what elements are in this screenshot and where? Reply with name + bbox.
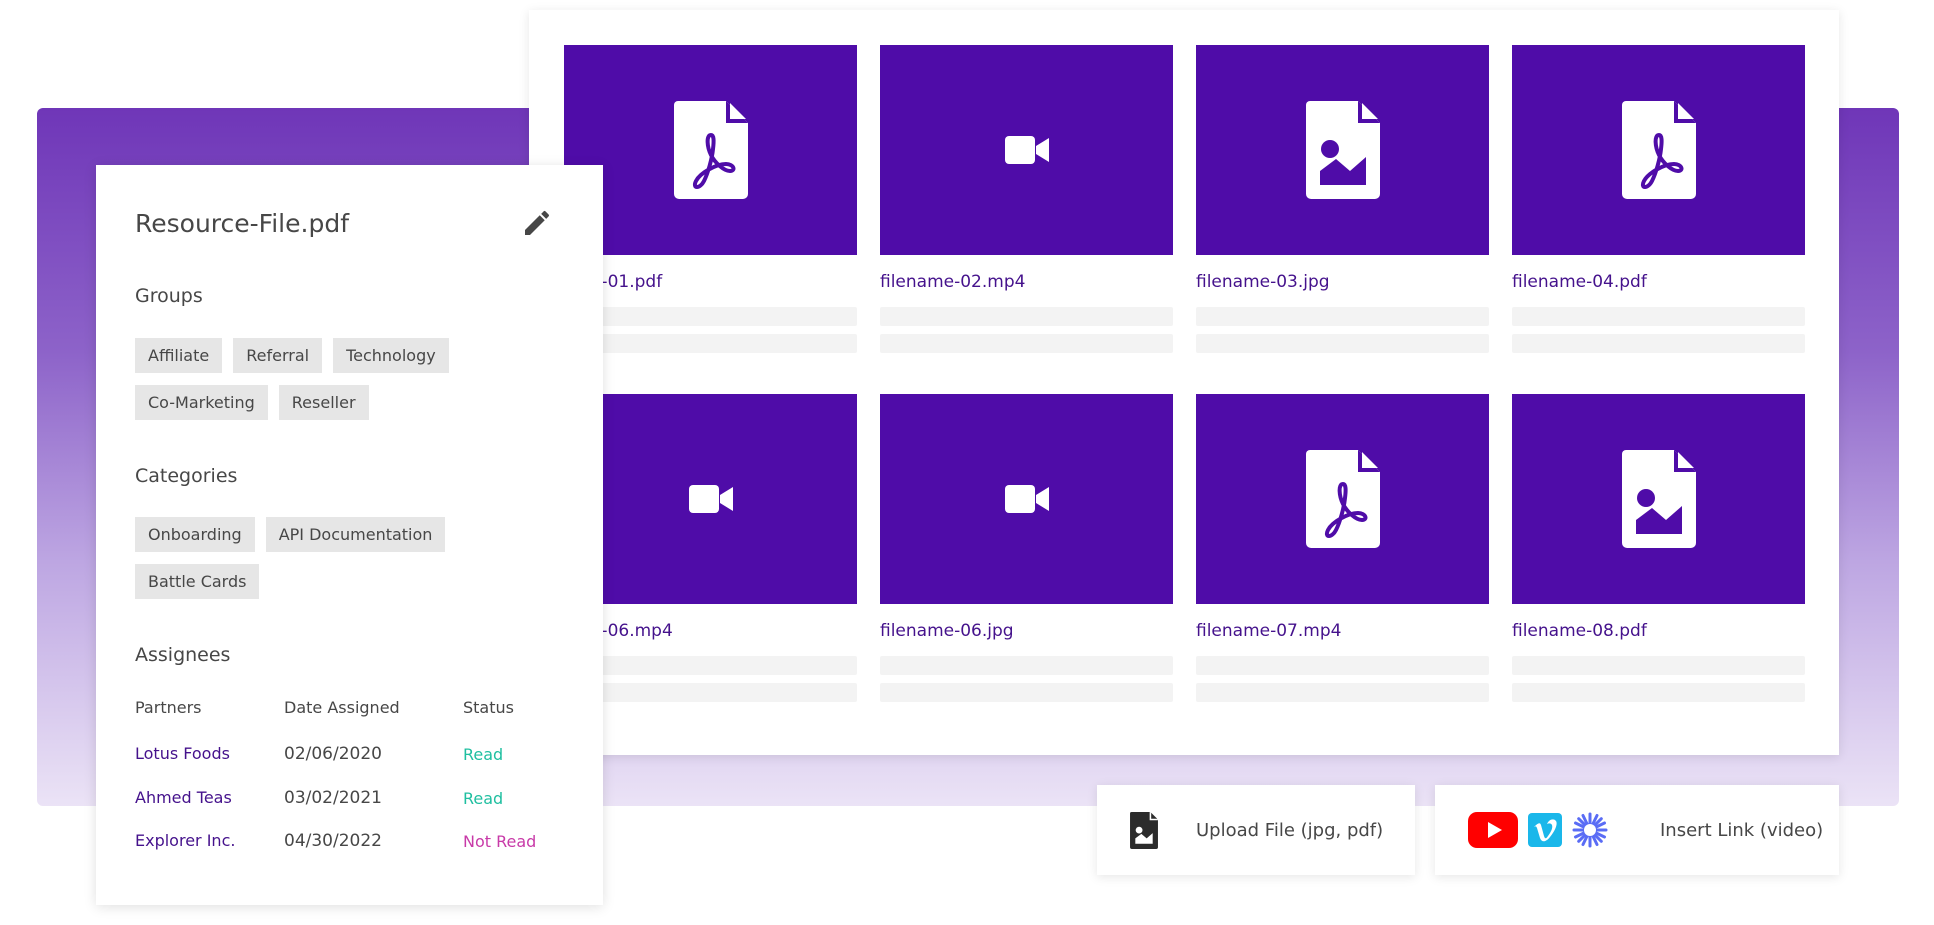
group-tag[interactable]: Referral [233, 338, 323, 373]
image-file-icon [1130, 811, 1158, 849]
group-tag[interactable]: Co-Marketing [135, 385, 268, 420]
categories-tags: Onboarding API Documentation Battle Card… [135, 517, 575, 599]
vimeo-icon [1528, 813, 1562, 847]
file-name[interactable]: filename-04.pdf [1512, 272, 1805, 294]
file-name[interactable]: filename-06.jpg [880, 621, 1173, 643]
file-thumbnail[interactable] [880, 45, 1173, 255]
file-thumbnail[interactable] [1512, 45, 1805, 255]
partner-link[interactable]: Ahmed Teas [135, 788, 232, 807]
file-name[interactable]: ame-01.pdf [564, 272, 857, 294]
placeholder-bar [1196, 656, 1489, 675]
video-camera-icon [688, 485, 733, 513]
file-name[interactable]: ame-06.mp4 [564, 621, 857, 643]
status-badge: Read [463, 789, 504, 808]
image-file-icon [1621, 450, 1696, 548]
file-thumbnail[interactable] [1196, 45, 1489, 255]
wistia-star-icon [1572, 812, 1608, 848]
placeholder-bar [880, 656, 1173, 675]
pdf-file-icon [673, 101, 748, 199]
date-assigned: 03/02/2021 [284, 788, 382, 808]
group-tag[interactable]: Technology [333, 338, 449, 373]
image-file-icon [1305, 101, 1380, 199]
status-badge: Not Read [463, 832, 537, 851]
insert-link-label: Insert Link (video) [1660, 819, 1824, 841]
partner-link[interactable]: Explorer Inc. [135, 831, 235, 850]
assignees-heading: Assignees [135, 644, 231, 666]
file-tile[interactable]: filename-08.pdf [1512, 394, 1805, 702]
file-thumbnail[interactable] [564, 45, 857, 255]
placeholder-bar [564, 683, 857, 702]
placeholder-bar [1196, 307, 1489, 326]
placeholder-bar [880, 307, 1173, 326]
insert-link-button[interactable]: Insert Link (video) [1435, 785, 1839, 875]
category-tag[interactable]: API Documentation [265, 517, 446, 552]
category-tag[interactable]: Onboarding [135, 517, 255, 552]
partners-column-header: Partners [135, 698, 202, 717]
file-tile[interactable]: ame-01.pdf [564, 45, 857, 353]
youtube-icon [1468, 812, 1518, 848]
file-grid-panel: ame-01.pdf filename-02.mp4 filename-03.j… [529, 10, 1839, 755]
file-tile[interactable]: filename-02.mp4 [880, 45, 1173, 353]
date-assigned: 04/30/2022 [284, 831, 382, 851]
file-tile[interactable]: filename-03.jpg [1196, 45, 1489, 353]
file-name[interactable]: filename-02.mp4 [880, 272, 1173, 294]
file-thumbnail[interactable] [564, 394, 857, 604]
partner-link[interactable]: Lotus Foods [135, 744, 230, 763]
placeholder-bar [1512, 683, 1805, 702]
file-tile[interactable]: ame-06.mp4 [564, 394, 857, 702]
placeholder-bar [564, 307, 857, 326]
placeholder-bar [1196, 334, 1489, 353]
placeholder-bar [564, 656, 857, 675]
placeholder-bar [1512, 307, 1805, 326]
date-column-header: Date Assigned [284, 698, 400, 717]
upload-file-button[interactable]: Upload File (jpg, pdf) [1097, 785, 1415, 875]
pdf-file-icon [1305, 450, 1380, 548]
file-thumbnail[interactable] [1196, 394, 1489, 604]
upload-file-label: Upload File (jpg, pdf) [1196, 819, 1384, 841]
file-tile[interactable]: filename-06.jpg [880, 394, 1173, 702]
video-camera-icon [1004, 136, 1049, 164]
placeholder-bar [1512, 334, 1805, 353]
pdf-file-icon [1621, 101, 1696, 199]
resource-detail-card: Resource-File.pdf Groups Affiliate Refer… [96, 165, 603, 905]
categories-heading: Categories [135, 465, 238, 487]
group-tag[interactable]: Reseller [278, 385, 369, 420]
file-name[interactable]: filename-03.jpg [1196, 272, 1489, 294]
pencil-edit-icon[interactable] [521, 207, 553, 239]
file-name[interactable]: filename-08.pdf [1512, 621, 1805, 643]
placeholder-bar [880, 683, 1173, 702]
file-tile[interactable]: filename-04.pdf [1512, 45, 1805, 353]
file-thumbnail[interactable] [880, 394, 1173, 604]
category-tag[interactable]: Battle Cards [135, 564, 260, 599]
status-column-header: Status [463, 698, 514, 717]
file-thumbnail[interactable] [1512, 394, 1805, 604]
placeholder-bar [564, 334, 857, 353]
groups-tags: Affiliate Referral Technology Co-Marketi… [135, 338, 575, 420]
placeholder-bar [880, 334, 1173, 353]
group-tag[interactable]: Affiliate [135, 338, 223, 373]
video-camera-icon [1004, 485, 1049, 513]
groups-heading: Groups [135, 285, 203, 307]
file-tile[interactable]: filename-07.mp4 [1196, 394, 1489, 702]
date-assigned: 02/06/2020 [284, 744, 382, 764]
resource-title: Resource-File.pdf [135, 209, 349, 238]
placeholder-bar [1196, 683, 1489, 702]
file-name[interactable]: filename-07.mp4 [1196, 621, 1489, 643]
status-badge: Read [463, 745, 504, 764]
placeholder-bar [1512, 656, 1805, 675]
